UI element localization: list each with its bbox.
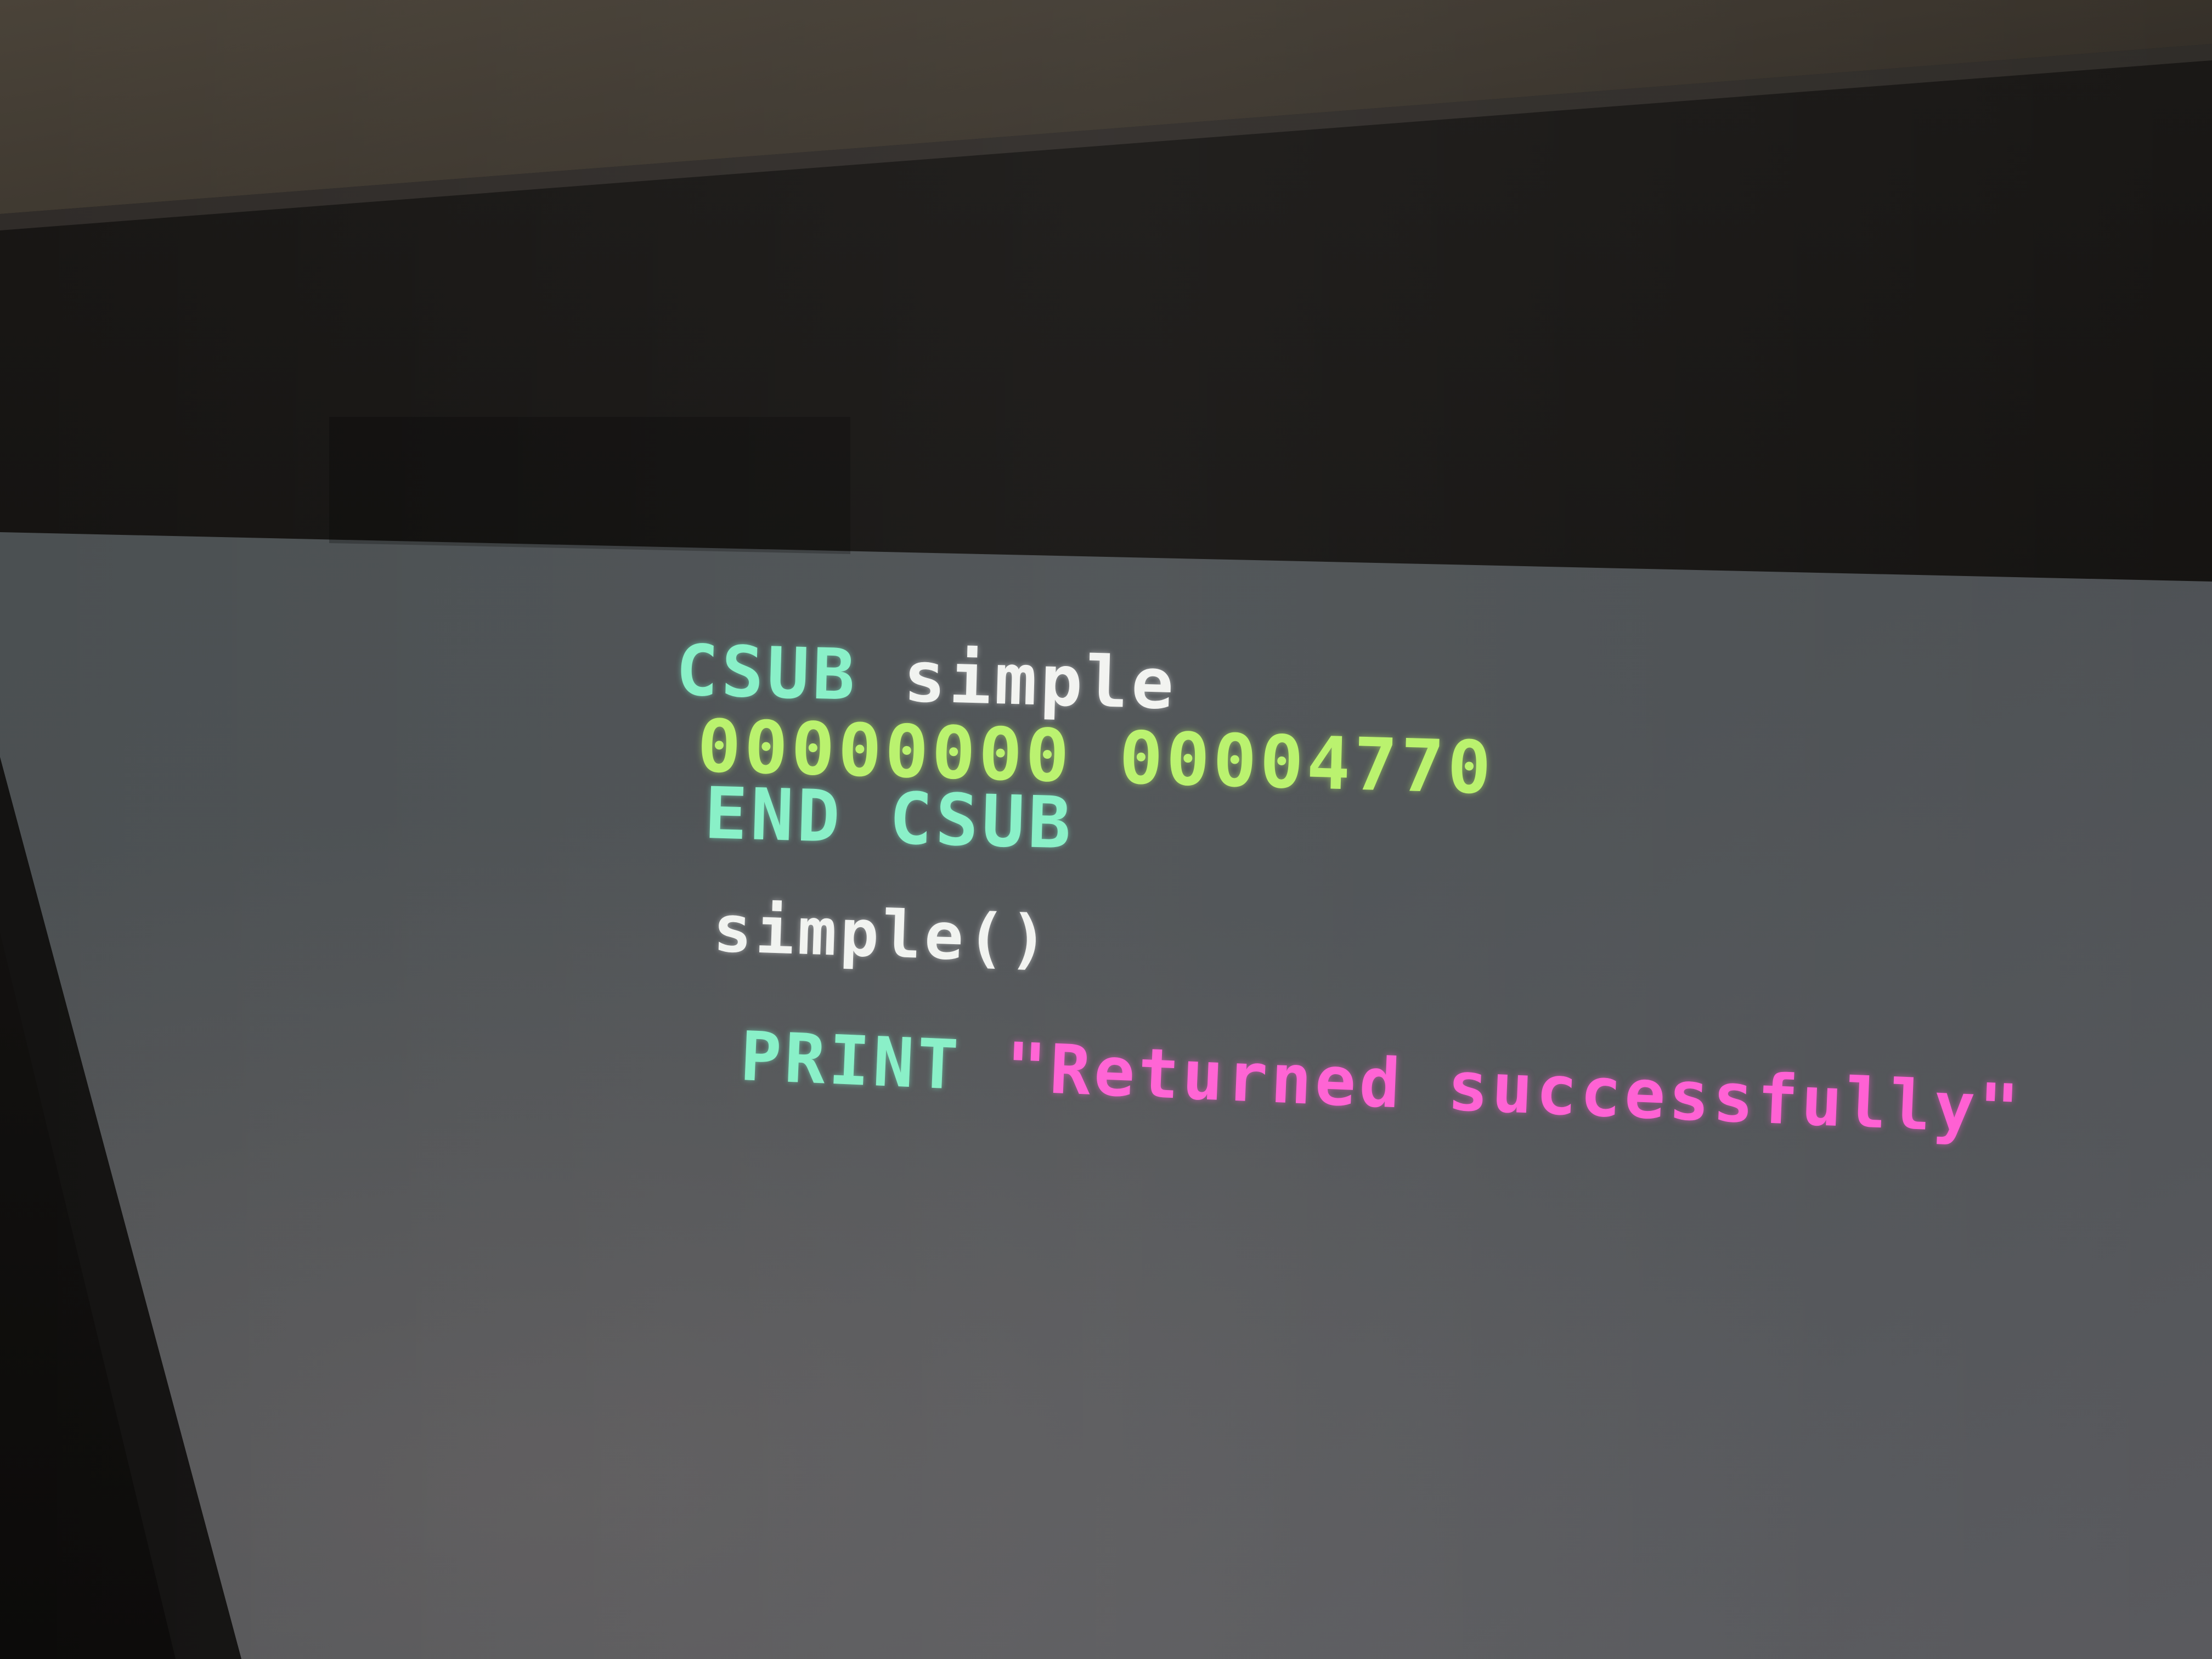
hex-word-2: 00004770	[1118, 715, 1496, 811]
terminal-code: CSUB simple 00000000 00004770 END CSUB s…	[0, 0, 2212, 1659]
keyword-print: PRINT	[738, 1017, 963, 1105]
string-returned-successfully: "Returned successfully"	[1003, 1028, 2024, 1150]
code-line-5: PRINT "Returned successfully"	[470, 927, 2028, 1229]
photo-scene: CSUB simple 00000000 00004770 END CSUB s…	[0, 0, 2212, 1659]
